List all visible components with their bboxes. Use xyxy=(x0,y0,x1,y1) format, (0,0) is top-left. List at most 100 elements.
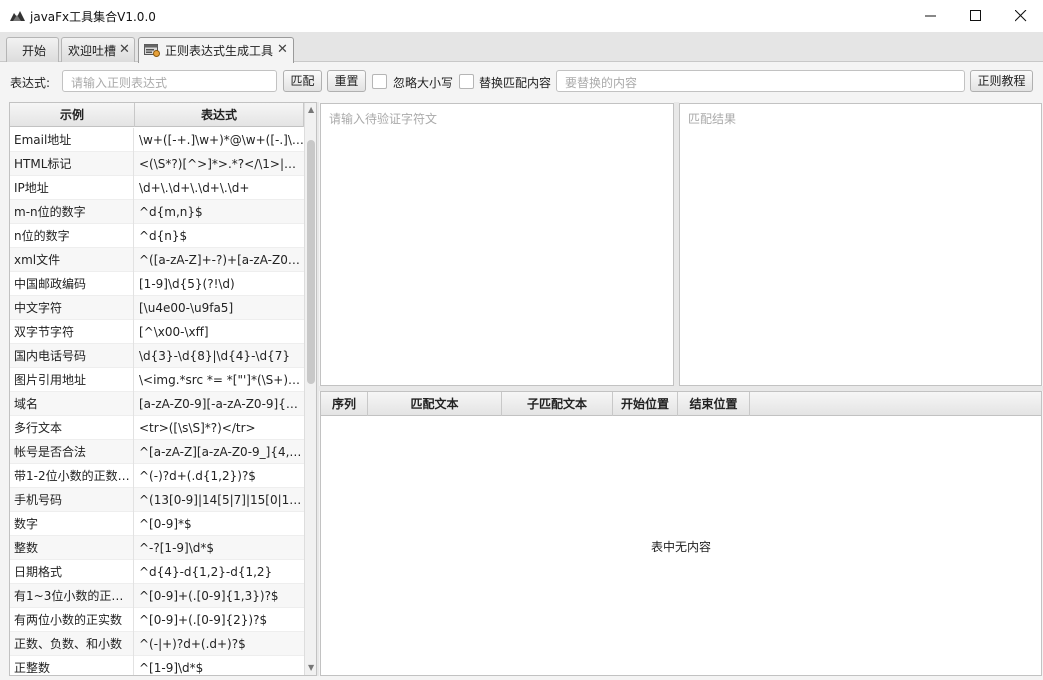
table-row[interactable]: 域名[a-zA-Z0-9][-a-zA-Z0-9]{0,62}(/.[a-zA-… xyxy=(10,392,304,416)
minimize-button[interactable] xyxy=(908,0,954,32)
example-name-cell[interactable]: IP地址 xyxy=(10,176,134,200)
example-expression-cell[interactable]: \w+([-+.]\w+)*@\w+([-.]\w+)*\.\w+([-.]\w… xyxy=(135,128,304,152)
example-expression-cell[interactable]: ^d{m,n}$ xyxy=(135,200,304,224)
column-header-end-position[interactable]: 结束位置 xyxy=(678,392,750,416)
table-row[interactable]: 有两位小数的正实数 ^[0-9]+(.[0-9]{2})?$ xyxy=(10,608,304,632)
examples-table[interactable]: 示例 表达式 Email地址\w+([-+.]\w+)*@\w+([-.]\w+… xyxy=(9,102,317,676)
column-header-submatch-text[interactable]: 子匹配文本 xyxy=(502,392,613,416)
column-header-expression[interactable]: 表达式 xyxy=(135,103,304,127)
example-name-cell[interactable]: 图片引用地址 xyxy=(10,368,134,392)
example-name-cell[interactable]: 正整数 xyxy=(10,656,134,675)
table-row[interactable]: Email地址\w+([-+.]\w+)*@\w+([-.]\w+)*\.\w+… xyxy=(10,128,304,152)
table-row[interactable]: IP地址 \d+\.\d+\.\d+\.\d+ xyxy=(10,176,304,200)
example-name-cell[interactable]: 域名 xyxy=(10,392,134,416)
example-name-cell[interactable]: 国内电话号码 xyxy=(10,344,134,368)
reset-button[interactable]: 重置 xyxy=(327,70,366,92)
scroll-up-icon[interactable]: ▲ xyxy=(308,105,314,114)
example-expression-cell[interactable]: [1-9]\d{5}(?!\d) xyxy=(135,272,304,296)
example-expression-cell[interactable]: ^(-|+)?d+(.d+)?$ xyxy=(135,632,304,656)
example-name-cell[interactable]: HTML标记 xyxy=(10,152,134,176)
example-expression-cell[interactable]: ^(-)?d+(.d{1,2})?$ xyxy=(135,464,304,488)
match-result-area[interactable]: 匹配结果 xyxy=(679,103,1042,386)
column-header-example[interactable]: 示例 xyxy=(10,103,135,127)
example-expression-cell[interactable]: \d+\.\d+\.\d+\.\d+ xyxy=(135,176,304,200)
table-row[interactable]: 国内电话号码 \d{3}-\d{8}|\d{4}-\d{7} xyxy=(10,344,304,368)
tab-start[interactable]: 开始 xyxy=(6,37,59,62)
table-row[interactable]: xml文件^([a-zA-Z]+-?)+[a-zA-Z0-9]+\.[x|X][… xyxy=(10,248,304,272)
table-row[interactable]: 日期格式 ^d{4}-d{1,2}-d{1,2} xyxy=(10,560,304,584)
example-expression-cell[interactable]: ^[0-9]+(.[0-9]{1,3})?$ xyxy=(135,584,304,608)
example-expression-cell[interactable]: <tr>([\s\S]*?)</tr> xyxy=(135,416,304,440)
table-row[interactable]: 图片引用地址\<img.*src *= *["']*(\S+)["']*[^>]… xyxy=(10,368,304,392)
example-name-cell[interactable]: xml文件 xyxy=(10,248,134,272)
example-expression-cell[interactable]: [^\x00-\xff] xyxy=(135,320,304,344)
replace-input[interactable]: 要替换的内容 xyxy=(556,70,965,92)
example-name-cell[interactable]: m-n位的数字 xyxy=(10,200,134,224)
example-expression-cell[interactable]: ^[0-9]+(.[0-9]{2})?$ xyxy=(135,608,304,632)
ignore-case-checkbox[interactable] xyxy=(372,74,387,89)
example-expression-cell[interactable]: ^(13[0-9]|14[5|7]|15[0|1|2|3|5|6|7|8|9]|… xyxy=(135,488,304,512)
table-row[interactable]: 正数、负数、和小数 ^(-|+)?d+(.d+)?$ xyxy=(10,632,304,656)
example-expression-cell[interactable]: ^d{n}$ xyxy=(135,224,304,248)
example-expression-cell[interactable]: [\u4e00-\u9fa5] xyxy=(135,296,304,320)
example-name-cell[interactable]: 帐号是否合法 xyxy=(10,440,134,464)
example-expression-cell[interactable]: <(\S*?)[^>]*>.*?</\1>|<.*? /> xyxy=(135,152,304,176)
example-expression-cell[interactable]: ^[1-9]\d*$ xyxy=(135,656,304,675)
tab-feedback[interactable]: 欢迎吐槽 ✕ xyxy=(61,37,135,62)
table-row[interactable]: 中文字符 [\u4e00-\u9fa5] xyxy=(10,296,304,320)
replace-checkbox[interactable] xyxy=(459,74,474,89)
tab-regex-tool[interactable]: 正则表达式生成工具 ✕ xyxy=(138,37,294,63)
table-row[interactable]: 多行文本 <tr>([\s\S]*?)</tr> xyxy=(10,416,304,440)
example-name-cell[interactable]: 手机号码 xyxy=(10,488,134,512)
example-name-cell[interactable]: 日期格式 xyxy=(10,560,134,584)
example-name-cell[interactable]: 中文字符 xyxy=(10,296,134,320)
example-name-cell[interactable]: Email地址 xyxy=(10,128,134,152)
regex-tutorial-button[interactable]: 正则教程 xyxy=(970,70,1033,92)
example-name-cell[interactable]: 数字 xyxy=(10,512,134,536)
example-name-cell[interactable]: 有两位小数的正实数 xyxy=(10,608,134,632)
expression-input[interactable]: 请输入正则表达式 xyxy=(62,70,277,92)
table-row[interactable]: 整数 ^-?[1-9]\d*$ xyxy=(10,536,304,560)
match-button[interactable]: 匹配 xyxy=(283,70,322,92)
tab-close-icon[interactable]: ✕ xyxy=(277,42,288,57)
example-expression-cell[interactable]: [a-zA-Z0-9][-a-zA-Z0-9]{0,62}(/.[a-zA-Z0… xyxy=(135,392,304,416)
example-expression-cell[interactable]: ^-?[1-9]\d*$ xyxy=(135,536,304,560)
table-row[interactable]: 手机号码^(13[0-9]|14[5|7]|15[0|1|2|3|5|6|7|8… xyxy=(10,488,304,512)
results-table[interactable]: 序列 匹配文本 子匹配文本 开始位置 结束位置 表中无内容 xyxy=(320,391,1042,676)
table-row[interactable]: 中国邮政编码 [1-9]\d{5}(?!\d) xyxy=(10,272,304,296)
example-expression-cell[interactable]: ^d{4}-d{1,2}-d{1,2} xyxy=(135,560,304,584)
scroll-down-icon[interactable]: ▼ xyxy=(308,663,314,672)
example-expression-cell[interactable]: \d{3}-\d{8}|\d{4}-\d{7} xyxy=(135,344,304,368)
example-name-cell[interactable]: 整数 xyxy=(10,536,134,560)
example-name-cell[interactable]: 中国邮政编码 xyxy=(10,272,134,296)
column-header-match-text[interactable]: 匹配文本 xyxy=(368,392,502,416)
example-name-cell[interactable]: 正数、负数、和小数 xyxy=(10,632,134,656)
maximize-button[interactable] xyxy=(953,0,999,32)
table-row[interactable]: 有1~3位小数的正实数 ^[0-9]+(.[0-9]{1,3})?$ xyxy=(10,584,304,608)
example-name-cell[interactable]: 双字节字符 xyxy=(10,320,134,344)
tab-close-icon[interactable]: ✕ xyxy=(119,42,130,57)
example-name-cell[interactable]: 带1-2位小数的正数或负数 xyxy=(10,464,134,488)
example-name-cell[interactable]: n位的数字 xyxy=(10,224,134,248)
table-row[interactable]: 带1-2位小数的正数或负数^(-)?d+(.d{1,2})?$ xyxy=(10,464,304,488)
example-name-cell[interactable]: 有1~3位小数的正实数 xyxy=(10,584,134,608)
example-expression-cell[interactable]: \<img.*src *= *["']*(\S+)["']*[^>]*> xyxy=(135,368,304,392)
close-window-button[interactable] xyxy=(998,0,1043,32)
example-expression-cell[interactable]: ^([a-zA-Z]+-?)+[a-zA-Z0-9]+\.[x|X][m|M][… xyxy=(135,248,304,272)
table-row[interactable]: n位的数字 ^d{n}$ xyxy=(10,224,304,248)
example-name-cell[interactable]: 多行文本 xyxy=(10,416,134,440)
table-row[interactable]: 双字节字符 [^\x00-\xff] xyxy=(10,320,304,344)
examples-scrollbar[interactable]: ▲ ▼ xyxy=(304,103,316,675)
verify-text-area[interactable]: 请输入待验证字符文 xyxy=(320,103,674,386)
table-row[interactable]: HTML标记<(\S*?)[^>]*>.*?</\1>|<.*? /> xyxy=(10,152,304,176)
table-row[interactable]: 数字 ^[0-9]*$ xyxy=(10,512,304,536)
column-header-index[interactable]: 序列 xyxy=(321,392,368,416)
scrollbar-thumb[interactable] xyxy=(307,140,315,384)
table-row[interactable]: m-n位的数字 ^d{m,n}$ xyxy=(10,200,304,224)
table-row[interactable]: 正整数 ^[1-9]\d*$ xyxy=(10,656,304,675)
table-row[interactable]: 帐号是否合法 ^[a-zA-Z][a-zA-Z0-9_]{4,15}$ xyxy=(10,440,304,464)
example-expression-cell[interactable]: ^[a-zA-Z][a-zA-Z0-9_]{4,15}$ xyxy=(135,440,304,464)
column-header-start-position[interactable]: 开始位置 xyxy=(613,392,678,416)
minimize-icon xyxy=(925,15,936,17)
example-expression-cell[interactable]: ^[0-9]*$ xyxy=(135,512,304,536)
